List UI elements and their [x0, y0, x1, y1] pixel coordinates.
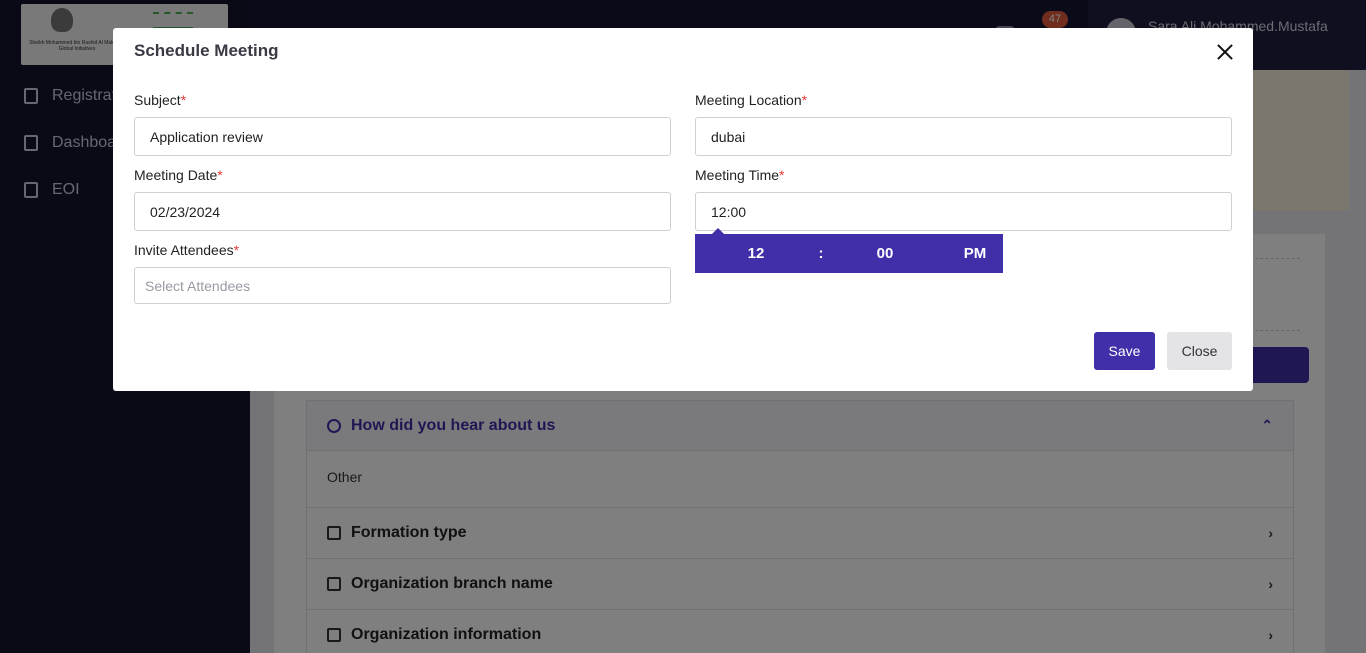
label-text: Subject [134, 92, 181, 108]
minute-selector[interactable]: 00 [857, 234, 913, 273]
invite-attendees-label: Invite Attendees* [134, 242, 239, 258]
required-mark: * [779, 167, 785, 183]
meeting-location-label: Meeting Location* [695, 92, 807, 108]
label-text: Invite Attendees [134, 242, 234, 258]
close-icon[interactable] [1213, 40, 1237, 64]
label-text: Meeting Location [695, 92, 802, 108]
label-text: Meeting Date [134, 167, 218, 183]
attendees-placeholder: Select Attendees [145, 277, 251, 294]
time-picker-popup: 12 : 00 PM [695, 228, 1003, 273]
meeting-time-input[interactable]: 12:00 [695, 192, 1232, 231]
attendees-select[interactable]: Select Attendees [134, 267, 671, 304]
meeting-date-label: Meeting Date* [134, 167, 223, 183]
required-mark: * [801, 92, 808, 108]
meeting-time-label: Meeting Time* [695, 167, 785, 183]
meeting-date-input[interactable]: 02/23/2024 [134, 192, 671, 231]
subject-input[interactable]: Application review [134, 117, 671, 156]
time-separator: : [818, 245, 824, 262]
required-mark: * [233, 242, 240, 258]
required-mark: * [180, 92, 187, 108]
required-mark: * [217, 167, 223, 183]
subject-label: Subject* [134, 92, 186, 108]
meeting-location-input[interactable]: dubai [695, 117, 1232, 156]
modal-title: Schedule Meeting [134, 41, 279, 60]
subject-value: Application review [150, 128, 263, 145]
close-button[interactable]: Close [1167, 332, 1232, 370]
time-value: 12:00 [711, 203, 747, 220]
schedule-meeting-modal: Schedule Meeting Subject* Application re… [113, 28, 1253, 391]
label-text: Meeting Time [695, 167, 780, 183]
date-value: 02/23/2024 [150, 203, 221, 220]
location-value: dubai [711, 128, 746, 145]
save-button[interactable]: Save [1094, 332, 1155, 370]
period-toggle[interactable]: PM [951, 234, 999, 273]
hour-selector[interactable]: 12 [727, 234, 785, 273]
